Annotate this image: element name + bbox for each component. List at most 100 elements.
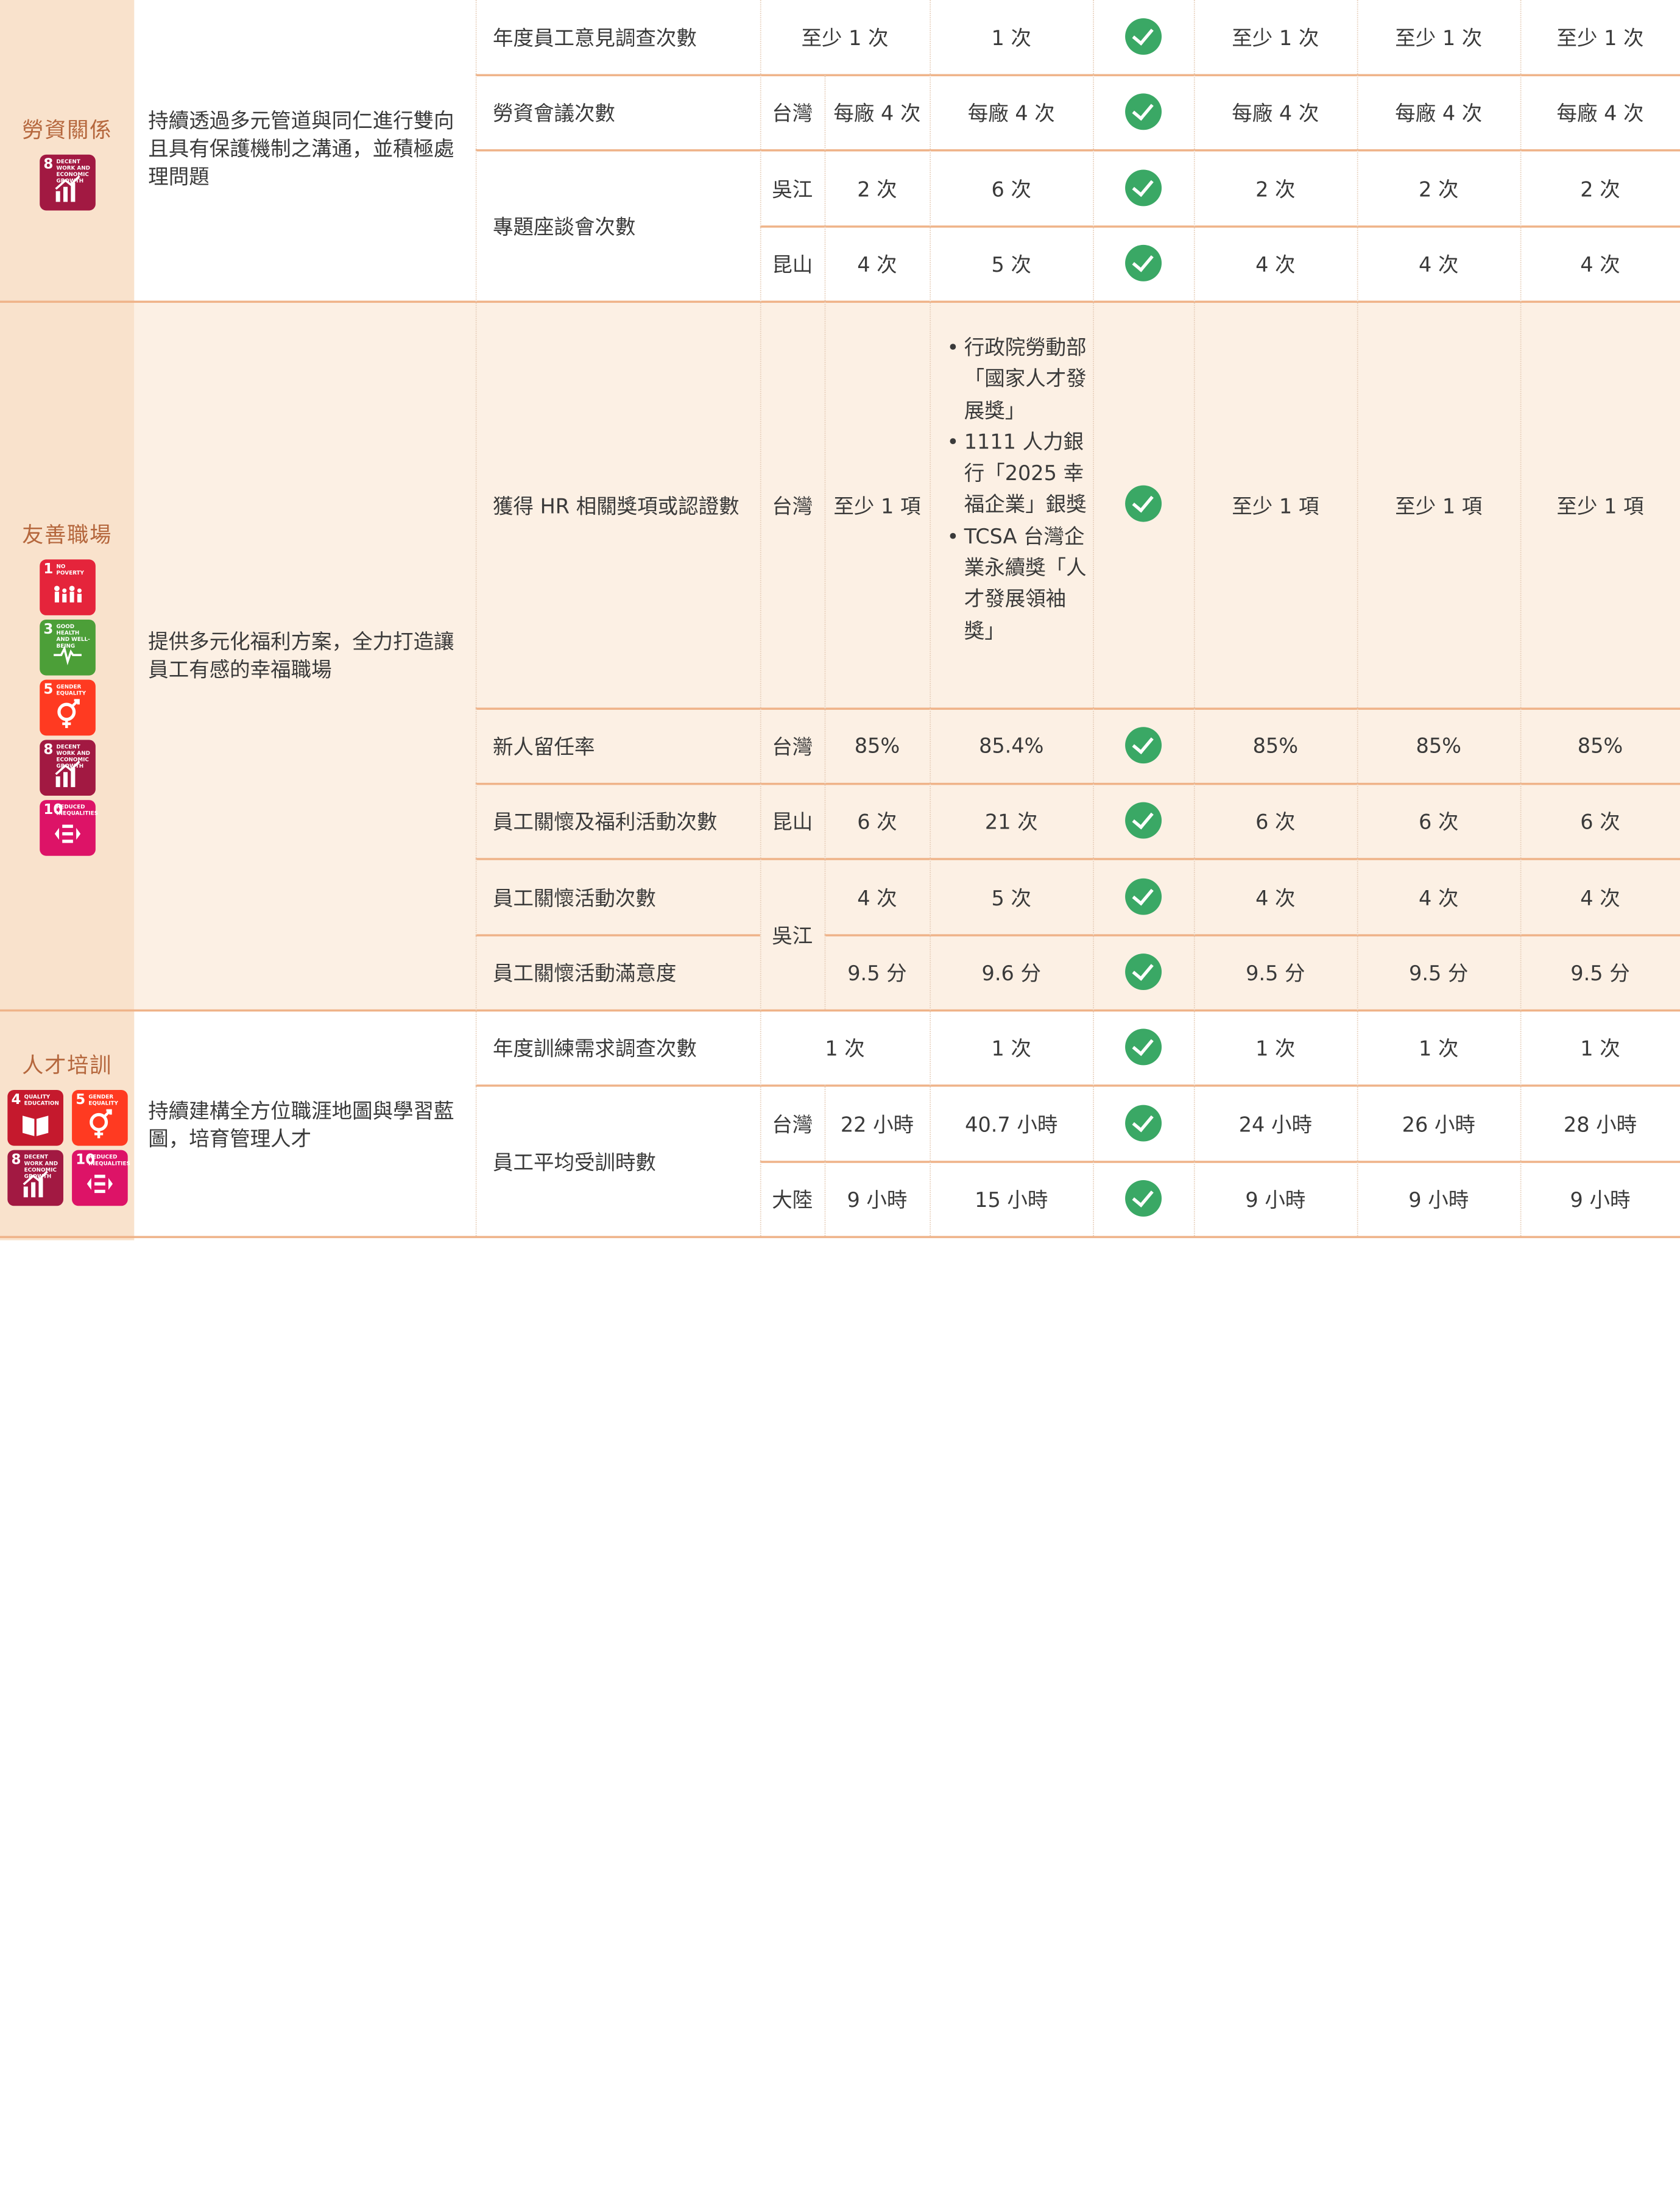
target-value: 2 次 bbox=[857, 177, 897, 202]
year1-target: 至少 1 項 bbox=[1232, 495, 1319, 519]
sdg8-icon: 8 DECENT WORK AND ECONOMIC GROWTH bbox=[7, 1150, 63, 1206]
indicator-label: 員工關懷活動滿意度 bbox=[492, 962, 677, 986]
year2-target: 1 次 bbox=[1419, 1037, 1459, 1061]
indicator-label: 員工關懷活動次數 bbox=[492, 886, 656, 910]
year3-target: 9 小時 bbox=[1570, 1189, 1631, 1212]
year1-target: 9.5 分 bbox=[1246, 962, 1305, 986]
indicator-label: 年度訓練需求調查次數 bbox=[492, 1037, 697, 1061]
region-label: 台灣 bbox=[772, 495, 813, 519]
year3-target: 85% bbox=[1577, 734, 1623, 758]
year2-target: 85% bbox=[1416, 734, 1461, 758]
year3-target: 4 次 bbox=[1580, 886, 1620, 910]
sdg8-icon: 8 DECENT WORK AND ECONOMIC GROWTH bbox=[39, 154, 95, 211]
region-label: 吳江 bbox=[772, 177, 813, 202]
indicator-label: 員工平均受訓時數 bbox=[492, 1150, 656, 1175]
year2-target: 每廠 4 次 bbox=[1395, 102, 1483, 126]
year1-target: 9 小時 bbox=[1245, 1189, 1306, 1212]
year1-target: 2 次 bbox=[1255, 177, 1296, 202]
year3-target: 至少 1 次 bbox=[1556, 27, 1644, 51]
sdg4-icon: 4 QUALITY EDUCATION bbox=[7, 1089, 63, 1146]
actual-value: 21 次 bbox=[984, 810, 1038, 835]
year1-target: 至少 1 次 bbox=[1232, 27, 1319, 51]
actual-value: 40.7 小時 bbox=[965, 1112, 1058, 1137]
achieved-check-icon bbox=[1125, 244, 1162, 281]
year1-target: 每廠 4 次 bbox=[1232, 102, 1319, 126]
category-title: 勞資關係 bbox=[22, 117, 113, 143]
actual-value: 1 次 bbox=[991, 1037, 1031, 1061]
year1-target: 4 次 bbox=[1255, 253, 1296, 277]
actual-value: 85.4% bbox=[979, 734, 1044, 758]
indicator-label: 勞資會議次數 bbox=[492, 102, 615, 126]
category-friendly-workplace: 友善職場 1 NO POVERTY 3 GOOD HEALTH AND WELL-B… bbox=[0, 518, 134, 858]
year3-target: 1 次 bbox=[1580, 1037, 1620, 1061]
year1-target: 85% bbox=[1252, 734, 1299, 758]
year1-target: 1 次 bbox=[1255, 1037, 1296, 1061]
goal-text: 持續建構全方位職涯地圖與學習藍圖，培育管理人才 bbox=[148, 1099, 454, 1151]
year1-target: 24 小時 bbox=[1238, 1112, 1312, 1137]
target-value: 4 次 bbox=[857, 253, 897, 277]
year3-target: 至少 1 項 bbox=[1556, 495, 1644, 519]
achieved-check-icon bbox=[1125, 802, 1162, 839]
achieved-check-icon bbox=[1125, 727, 1162, 764]
sdg1-icon: 1 NO POVERTY bbox=[39, 559, 95, 615]
indicator-label: 獲得 HR 相關獎項或認證數 bbox=[492, 495, 739, 519]
achieved-check-icon bbox=[1125, 18, 1162, 55]
year2-target: 至少 1 項 bbox=[1395, 495, 1483, 519]
year3-target: 6 次 bbox=[1580, 810, 1620, 835]
category-labor-relations: 勞資關係 8 DECENT WORK AND ECONOMIC GROWTH bbox=[0, 113, 134, 213]
region-label: 吳江 bbox=[772, 924, 813, 948]
region-label: 台灣 bbox=[772, 1112, 813, 1137]
achieved-check-icon bbox=[1125, 169, 1162, 207]
award-item: TCSA 台灣企業永續獎「人才發展領袖獎」 bbox=[947, 522, 1087, 648]
category-title: 友善職場 bbox=[22, 522, 113, 548]
actual-value: 5 次 bbox=[991, 886, 1031, 910]
sdg5-icon: 5 GENDER EQUALITY bbox=[71, 1089, 127, 1146]
year2-target: 2 次 bbox=[1419, 177, 1459, 202]
target-value: 1 次 bbox=[825, 1037, 865, 1061]
achieved-check-icon bbox=[1125, 1028, 1162, 1066]
target-value: 至少 1 次 bbox=[801, 27, 889, 51]
region-label: 大陸 bbox=[772, 1189, 813, 1212]
region-label: 昆山 bbox=[772, 253, 813, 277]
indicator-label: 年度員工意見調查次數 bbox=[492, 27, 697, 51]
target-value: 至少 1 項 bbox=[833, 495, 921, 519]
year2-target: 9 小時 bbox=[1408, 1189, 1469, 1212]
sdg10-icon: 10 REDUCED INEQUALITIES bbox=[71, 1150, 130, 1206]
region-label: 昆山 bbox=[772, 810, 813, 835]
goal-text: 持續透過多元管道與同仁進行雙向且具有保護機制之溝通，並積極處理問題 bbox=[148, 109, 454, 189]
year2-target: 9.5 分 bbox=[1409, 962, 1469, 986]
target-value: 4 次 bbox=[857, 886, 897, 910]
actual-value: 6 次 bbox=[991, 177, 1031, 202]
achieved-check-icon bbox=[1125, 1105, 1162, 1142]
year1-target: 6 次 bbox=[1255, 810, 1296, 835]
indicator-label: 專題座談會次數 bbox=[492, 215, 636, 239]
region-label: 台灣 bbox=[772, 102, 813, 126]
category-title: 人才培訓 bbox=[22, 1052, 113, 1078]
sdg10-icon: 10 REDUCED INEQUALITIES bbox=[39, 800, 98, 856]
award-item: 1111 人力銀行「2025 幸福企業」銀獎 bbox=[947, 427, 1087, 522]
year3-target: 2 次 bbox=[1580, 177, 1620, 202]
region-label: 台灣 bbox=[772, 735, 813, 760]
actual-value: 1 次 bbox=[991, 27, 1031, 51]
year2-target: 6 次 bbox=[1419, 810, 1459, 835]
award-list: 行政院勞動部「國家人才發展獎」 1111 人力銀行「2025 幸福企業」銀獎 T… bbox=[947, 333, 1087, 647]
target-value: 22 小時 bbox=[840, 1112, 914, 1137]
actual-value: 每廠 4 次 bbox=[967, 102, 1055, 126]
year2-target: 4 次 bbox=[1419, 886, 1459, 910]
achieved-check-icon bbox=[1125, 878, 1162, 915]
year2-target: 26 小時 bbox=[1402, 1112, 1475, 1137]
actual-value: 9.6 分 bbox=[981, 962, 1041, 986]
category-talent-training: 人才培訓 4 QUALITY EDUCATION 5 GENDER EQUALITY… bbox=[0, 1048, 134, 1208]
actual-value: 5 次 bbox=[991, 253, 1031, 277]
target-value: 85% bbox=[854, 734, 900, 758]
achieved-check-icon bbox=[1125, 953, 1162, 991]
sdg3-icon: 3 GOOD HEALTH AND WELL-BEING bbox=[39, 619, 95, 676]
target-value: 每廠 4 次 bbox=[833, 102, 921, 126]
year2-target: 至少 1 次 bbox=[1395, 27, 1483, 51]
goal-text: 提供多元化福利方案，全力打造讓員工有感的幸福職場 bbox=[148, 630, 454, 682]
achieved-check-icon bbox=[1125, 93, 1162, 130]
target-value: 9 小時 bbox=[847, 1189, 908, 1212]
award-item: 行政院勞動部「國家人才發展獎」 bbox=[947, 333, 1087, 427]
year3-target: 4 次 bbox=[1580, 253, 1620, 277]
indicator-label: 新人留任率 bbox=[492, 735, 595, 760]
